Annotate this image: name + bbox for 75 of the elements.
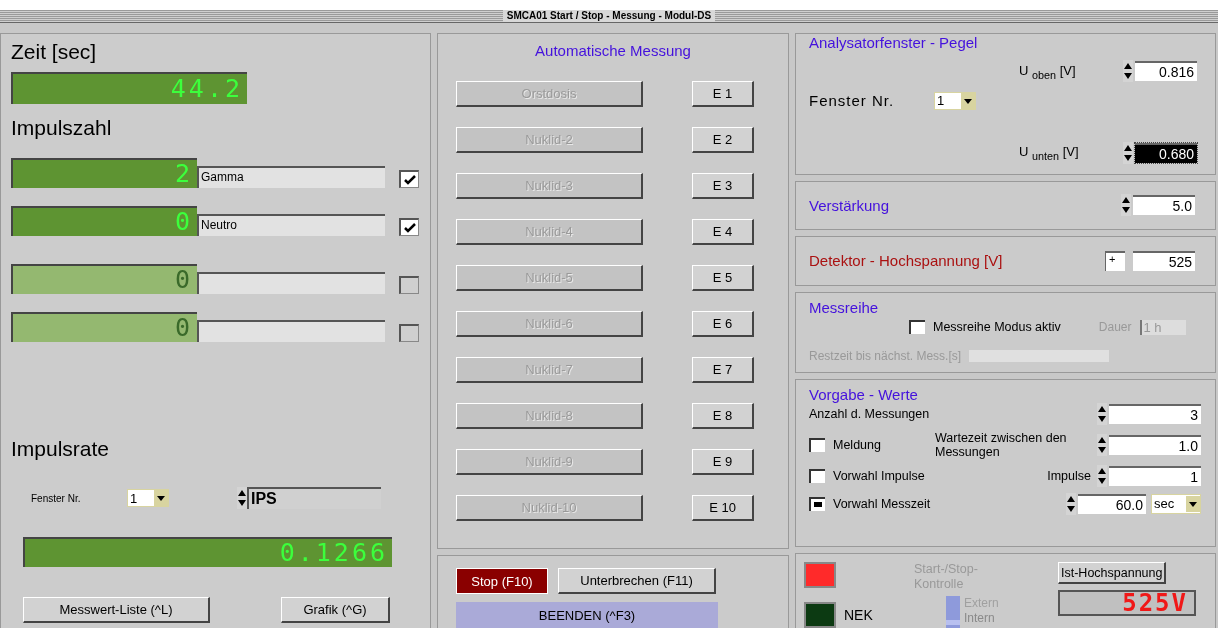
panel-title: Analysatorfenster - Pegel <box>809 34 979 51</box>
led-label: NEK <box>844 607 873 623</box>
mode-label: Intern <box>964 611 996 626</box>
checkbox-label: Vorwahl Messzeit <box>833 496 932 511</box>
chart-button[interactable]: Grafik (^G) <box>281 597 390 623</box>
check-icon <box>403 222 416 233</box>
spin-buttons-icon[interactable] <box>1097 464 1107 487</box>
field-label: Wartezeit zwischen den Messungen <box>935 430 1068 459</box>
spin-buttons-icon[interactable] <box>237 487 247 509</box>
checkbox-label: Vorwahl Impulse <box>833 468 926 483</box>
checkbox[interactable] <box>399 276 419 294</box>
window-dropdown[interactable]: 1 <box>934 91 976 110</box>
unit-dropdown[interactable]: sec <box>1151 493 1201 514</box>
spin-buttons-icon[interactable] <box>1123 60 1133 83</box>
window-title: SMCA01 Start / Stop - Messung - Modul-DS <box>502 10 716 22</box>
panel-title: Messreihe <box>809 298 880 316</box>
unit-field[interactable]: IPS <box>247 487 381 509</box>
mode-switch[interactable] <box>946 596 960 628</box>
spin-buttons-icon[interactable] <box>1066 492 1076 515</box>
checkbox[interactable] <box>399 170 419 188</box>
spin-buttons-icon[interactable] <box>1097 433 1107 456</box>
checkbox[interactable] <box>909 320 925 334</box>
digital-display: 44.2 <box>11 72 247 104</box>
window-dropdown[interactable]: 1 <box>127 489 169 507</box>
caret-icon[interactable] <box>961 92 975 109</box>
field-label: Fenster Nr. <box>809 91 896 111</box>
field-label: U $_{unten}$ [V] <box>1018 144 1080 162</box>
field-label: U $_{oben}$ [V] <box>1018 62 1077 81</box>
spin-buttons-icon[interactable] <box>1097 402 1107 425</box>
number-field[interactable]: 1.0 <box>1109 434 1201 455</box>
spin-buttons-icon[interactable] <box>1121 194 1131 217</box>
channel-name-field[interactable] <box>197 272 385 294</box>
voltage-button[interactable]: Ist-Hochspannung <box>1058 562 1167 584</box>
number-field[interactable]: 1 <box>1109 465 1201 486</box>
exit-button[interactable]: BEENDEN (^F3) <box>456 602 718 628</box>
number-field[interactable]: 5.0 <box>1133 195 1195 216</box>
panel-title: Vorgabe - Werte <box>809 385 919 403</box>
caret-icon[interactable] <box>154 490 168 506</box>
digital-display: 2 <box>11 158 197 188</box>
digital-display: 0 <box>11 312 197 342</box>
section-heading: Impulsrate <box>11 437 111 461</box>
digital-display: 0 <box>11 206 197 236</box>
number-field[interactable]: 60.0 <box>1078 493 1146 514</box>
caret-icon[interactable] <box>1186 495 1200 512</box>
channel-name-field[interactable] <box>197 320 385 342</box>
channel-name-field[interactable]: Neutro <box>197 214 385 236</box>
panel-title: Verstärkung <box>809 196 890 214</box>
digital-display: 0 <box>11 264 197 294</box>
number-field[interactable]: 0.680 <box>1135 143 1197 164</box>
section-heading: Zeit [sec] <box>11 40 98 64</box>
segment-display: 525V <box>1058 590 1196 616</box>
checkbox-label: Meldung <box>833 437 882 452</box>
number-field[interactable]: 3 <box>1109 403 1201 424</box>
digital-display: 0.1266 <box>23 537 392 567</box>
checkbox[interactable] <box>809 468 825 483</box>
panel-title: Automatische Messung <box>534 42 692 59</box>
checkbox[interactable] <box>399 218 419 236</box>
check-icon <box>403 174 416 185</box>
list-button[interactable]: Messwert-Liste (^L) <box>23 597 210 623</box>
field-label: Fenster Nr. <box>31 492 82 504</box>
channel-name-field[interactable]: Gamma <box>197 166 385 188</box>
sign-field[interactable]: + <box>1105 250 1125 271</box>
pause-button[interactable]: Unterbrechen (F11) <box>558 568 716 594</box>
number-field[interactable]: 0.816 <box>1135 61 1197 82</box>
field-label: Impulse <box>1047 468 1092 483</box>
spin-buttons-icon[interactable] <box>1123 142 1133 165</box>
checkbox-label: Messreihe Modus aktiv <box>933 320 1061 334</box>
checkbox[interactable] <box>399 324 419 342</box>
checkbox[interactable] <box>809 496 825 511</box>
section-heading: Impulszahl <box>11 116 113 140</box>
panel-title: Detektor - Hochspannung [V] <box>809 252 1003 270</box>
field-label: Anzahl d. Messungen <box>809 406 931 421</box>
stop-button[interactable]: Stop (F10) <box>456 568 548 594</box>
checkbox[interactable] <box>809 437 825 452</box>
number-field[interactable]: 525 <box>1133 250 1195 271</box>
